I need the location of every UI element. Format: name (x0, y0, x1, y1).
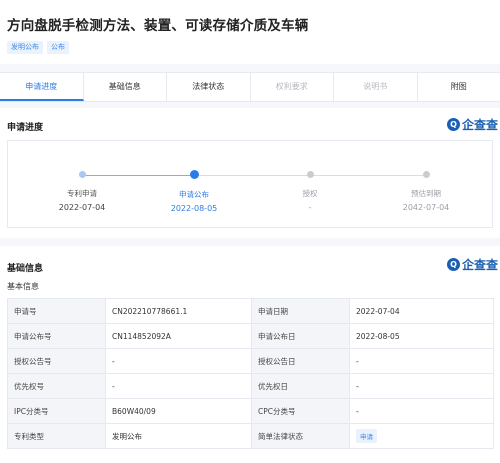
field-value: 2022-07-04 (349, 298, 494, 324)
basic-info-section-title: 基础信息 (7, 264, 44, 274)
field-label: 授权公告日 (251, 348, 350, 374)
timeline-step-publication: 申请公布 2022-08-05 (139, 170, 249, 213)
tab-bar: 申请进度 基础信息 法律状态 权利要求 说明书 附图 (0, 72, 500, 102)
step-label: 预估到期 (411, 189, 441, 198)
qcc-logo-text: 企查查 (461, 258, 498, 272)
tab-application-progress[interactable]: 申请进度 (0, 73, 84, 101)
step-dot (306, 171, 314, 178)
qcc-logo: Q 企查查 (446, 256, 498, 273)
field-label: 申请公布日 (251, 323, 350, 349)
table-row: 申请公布号 CN114852092A 申请公布日 2022-08-05 (7, 323, 494, 349)
patent-header: 方向盘脱手检测方法、装置、可读存储介质及车辆 发明公布 公布 (0, 0, 500, 64)
tag-published: 公布 (47, 41, 69, 54)
tab-legal-status[interactable]: 法律状态 (167, 73, 251, 101)
field-value: - (349, 348, 494, 374)
table-row: IPC分类号 B60W40/09 CPC分类号 - (7, 398, 494, 424)
tab-claims[interactable]: 权利要求 (251, 73, 334, 101)
progress-timeline: 专利申请 2022-07-04 申请公布 2022-08-05 授权 - 预估到… (7, 140, 493, 228)
timeline-step-expiry: 预估到期 2042-07-04 (371, 171, 481, 212)
qcc-logo-icon: Q (446, 258, 460, 271)
field-value: 发明公布 (105, 423, 252, 449)
field-value: CN202210778661.1 (105, 298, 252, 324)
tag-invention-publication: 发明公布 (7, 41, 43, 54)
step-date: 2022-08-05 (170, 204, 218, 213)
tab-drawings[interactable]: 附图 (418, 73, 500, 101)
timeline-step-application: 专利申请 2022-07-04 (27, 171, 137, 212)
field-value: CN114852092A (105, 323, 252, 349)
field-value: - (349, 373, 494, 399)
step-date: 2022-07-04 (58, 203, 106, 212)
field-label: 授权公告号 (7, 348, 106, 374)
tag-list: 发明公布 公布 (7, 41, 69, 54)
tab-basic-info[interactable]: 基础信息 (84, 73, 167, 101)
field-value: B60W40/09 (105, 398, 252, 424)
field-label: CPC分类号 (251, 398, 350, 424)
field-label: 优先权日 (251, 373, 350, 399)
field-value: - (105, 348, 252, 374)
page-title: 方向盘脱手检测方法、装置、可读存储介质及车辆 (7, 18, 309, 34)
step-dot (422, 171, 430, 178)
progress-section-title: 申请进度 (7, 123, 44, 133)
field-value: - (105, 373, 252, 399)
field-label: 专利类型 (7, 423, 106, 449)
step-label: 专利申请 (67, 189, 97, 198)
field-label: IPC分类号 (7, 398, 106, 424)
field-label: 优先权号 (7, 373, 106, 399)
basic-info-subtitle: 基本信息 (7, 282, 39, 291)
step-dot (189, 170, 199, 179)
table-row: 申请号 CN202210778661.1 申请日期 2022-07-04 (7, 298, 494, 324)
table-row: 授权公告号 - 授权公告日 - (7, 348, 494, 374)
field-label: 申请公布号 (7, 323, 106, 349)
timeline-step-grant: 授权 - (255, 171, 365, 212)
field-value: - (349, 398, 494, 424)
step-date: - (308, 203, 312, 212)
qcc-logo: Q 企查查 (446, 116, 498, 133)
field-value: 2022-08-05 (349, 323, 494, 349)
step-date: 2042-07-04 (402, 203, 450, 212)
qcc-logo-icon: Q (446, 118, 460, 131)
tab-description[interactable]: 说明书 (334, 73, 418, 101)
field-value: 申请 (349, 423, 494, 449)
table-row: 专利类型 发明公布 简单法律状态 申请 (7, 423, 494, 449)
step-label: 申请公布 (179, 190, 209, 199)
qcc-logo-text: 企查查 (461, 118, 498, 132)
table-row: 优先权号 - 优先权日 - (7, 373, 494, 399)
step-dot (78, 171, 86, 178)
field-label: 简单法律状态 (251, 423, 350, 449)
field-label: 申请号 (7, 298, 106, 324)
basic-info-table: 申请号 CN202210778661.1 申请日期 2022-07-04 申请公布号 CN… (7, 298, 494, 449)
legal-status-badge: 申请 (356, 429, 377, 443)
field-label: 申请日期 (251, 298, 350, 324)
step-label: 授权 (302, 189, 318, 198)
